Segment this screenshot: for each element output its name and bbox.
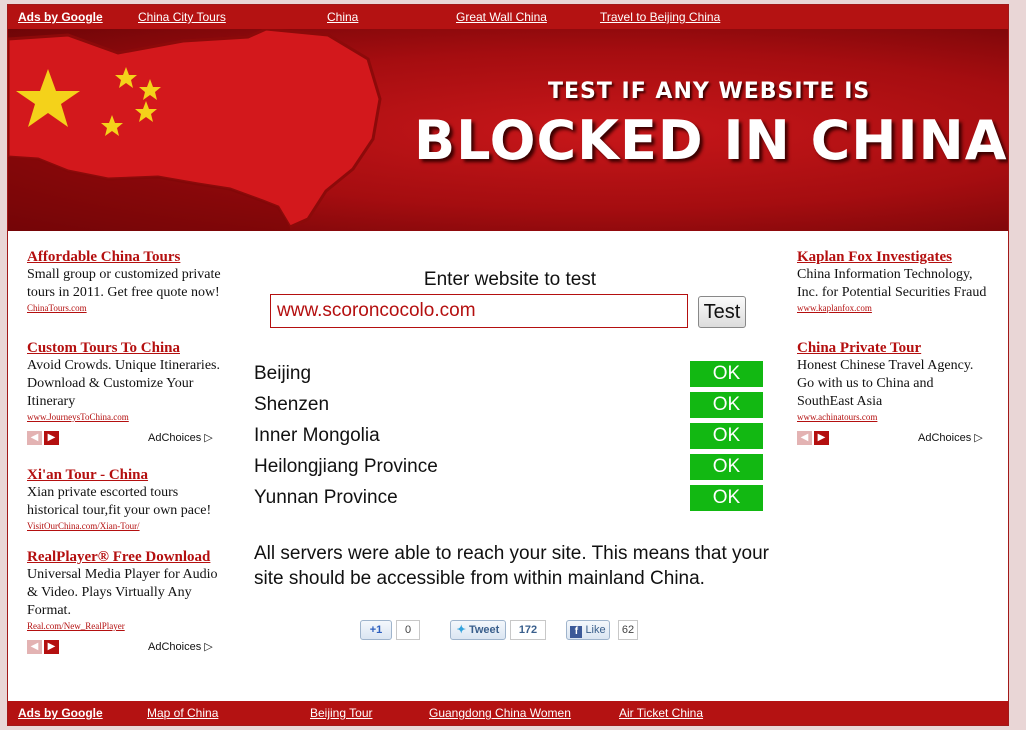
result-location: Heilongjiang Province (254, 456, 438, 477)
bottom-ad-bar: Ads by Google Map of China Beijing Tour … (8, 701, 1008, 725)
adchoices-link[interactable]: AdChoices ▷ (918, 431, 983, 444)
result-row-yunnan: Yunnan Province OK (254, 485, 764, 511)
ad-url-link[interactable]: Real.com/New_RealPlayer (27, 621, 227, 631)
ad-title-link[interactable]: Xi'an Tour - China (27, 467, 227, 484)
result-status-badge: OK (690, 485, 763, 511)
top-ad-link[interactable]: Great Wall China (456, 10, 547, 24)
result-summary: All servers were able to reach your site… (254, 543, 769, 589)
result-location: Shenzen (254, 394, 330, 415)
tweet-button[interactable]: ✦ Tweet (450, 620, 506, 640)
test-button[interactable]: Test (698, 296, 746, 328)
tweet-count: 172 (510, 620, 546, 640)
gplus-button[interactable]: +1 (360, 620, 392, 640)
result-status-badge: OK (690, 361, 763, 387)
top-ad-link[interactable]: China City Tours (138, 10, 226, 24)
twitter-bird-icon: ✦ (456, 624, 469, 636)
ad-url-link[interactable]: www.achinatours.com (797, 412, 992, 422)
left-ad-4: RealPlayer® Free Download Universal Medi… (27, 549, 227, 631)
left-ad-nav-bottom: ◀ ▶ AdChoices ▷ (27, 640, 227, 654)
ad-description: Small group or customized private tours … (27, 267, 221, 300)
result-row-inner-mongolia: Inner Mongolia OK (254, 423, 764, 449)
ad-description: Universal Media Player for Audio & Video… (27, 567, 218, 618)
ad-title-link[interactable]: RealPlayer® Free Download (27, 549, 227, 566)
ad-url-link[interactable]: ChinaTours.com (27, 303, 227, 313)
ad-next-arrow-icon[interactable]: ▶ (44, 431, 59, 445)
left-ad-2: Custom Tours To China Avoid Crowds. Uniq… (27, 340, 227, 422)
bottom-ad-link[interactable]: Air Ticket China (619, 706, 703, 720)
banner-subtitle: TEST IF ANY WEBSITE IS (548, 79, 871, 104)
bottom-ad-link[interactable]: Guangdong China Women (429, 706, 571, 720)
ad-prev-arrow-icon[interactable]: ◀ (27, 431, 42, 445)
ad-next-arrow-icon[interactable]: ▶ (44, 640, 59, 654)
gplus-count: 0 (396, 620, 420, 640)
result-status-badge: OK (690, 392, 763, 418)
page-frame: Ads by Google China City Tours China Gre… (7, 4, 1009, 726)
ad-url-link[interactable]: VisitOurChina.com/Xian-Tour/ (27, 521, 227, 531)
ad-description: Avoid Crowds. Unique Itineraries. Downlo… (27, 358, 220, 409)
ad-title-link[interactable]: Custom Tours To China (27, 340, 227, 357)
ad-url-link[interactable]: www.kaplanfox.com (797, 303, 992, 313)
result-location: Yunnan Province (254, 487, 398, 508)
test-form-label: Enter website to test (423, 269, 597, 290)
result-status-badge: OK (690, 454, 763, 480)
result-location: Beijing (254, 363, 312, 384)
top-ad-bar: Ads by Google China City Tours China Gre… (8, 5, 1008, 29)
ad-prev-arrow-icon[interactable]: ◀ (797, 431, 812, 445)
header-banner: TEST IF ANY WEBSITE IS BLOCKED IN CHINA (8, 29, 1008, 231)
result-row-shenzen: Shenzen OK (254, 392, 764, 418)
facebook-like-widget: f Like 62 (566, 620, 640, 640)
banner-title: BLOCKED IN CHINA (414, 109, 1008, 172)
ad-description: Honest Chinese Travel Agency. Go with us… (797, 358, 974, 409)
ad-next-arrow-icon[interactable]: ▶ (814, 431, 829, 445)
ad-prev-arrow-icon[interactable]: ◀ (27, 640, 42, 654)
tweet-widget: ✦ Tweet 172 (450, 620, 548, 640)
bottom-ad-link[interactable]: Beijing Tour (310, 706, 372, 720)
left-ad-1: Affordable China Tours Small group or cu… (27, 249, 227, 313)
adchoices-link[interactable]: AdChoices ▷ (148, 640, 213, 653)
website-url-input[interactable] (270, 294, 688, 328)
facebook-icon: f (570, 626, 583, 638)
ad-title-link[interactable]: Kaplan Fox Investigates (797, 249, 992, 266)
result-location: Inner Mongolia (254, 425, 380, 446)
ad-title-link[interactable]: China Private Tour (797, 340, 992, 357)
ad-description: Xian private escorted tours historical t… (27, 485, 212, 518)
right-ad-2: China Private Tour Honest Chinese Travel… (797, 340, 992, 422)
left-ad-nav-top: ◀ ▶ AdChoices ▷ (27, 431, 227, 445)
result-status-badge: OK (690, 423, 763, 449)
right-ad-1: Kaplan Fox Investigates China Informatio… (797, 249, 992, 313)
ads-by-google-link[interactable]: Ads by Google (18, 706, 103, 720)
ad-title-link[interactable]: Affordable China Tours (27, 249, 227, 266)
top-ad-link[interactable]: Travel to Beijing China (600, 10, 720, 24)
facebook-like-count: 62 (618, 620, 638, 640)
gplus-widget: +1 0 (360, 620, 422, 640)
bottom-ad-link[interactable]: Map of China (147, 706, 218, 720)
ad-description: China Information Technology, Inc. for P… (797, 267, 987, 300)
facebook-like-button[interactable]: f Like (566, 620, 610, 640)
ad-url-link[interactable]: www.JourneysToChina.com (27, 412, 227, 422)
adchoices-link[interactable]: AdChoices ▷ (148, 431, 213, 444)
ads-by-google-link[interactable]: Ads by Google (18, 10, 103, 24)
top-ad-link[interactable]: China (327, 10, 358, 24)
left-ad-3: Xi'an Tour - China Xian private escorted… (27, 467, 227, 531)
right-ad-nav: ◀ ▶ AdChoices ▷ (797, 431, 992, 445)
result-row-beijing: Beijing OK (254, 361, 764, 387)
result-row-heilongjiang: Heilongjiang Province OK (254, 454, 764, 480)
